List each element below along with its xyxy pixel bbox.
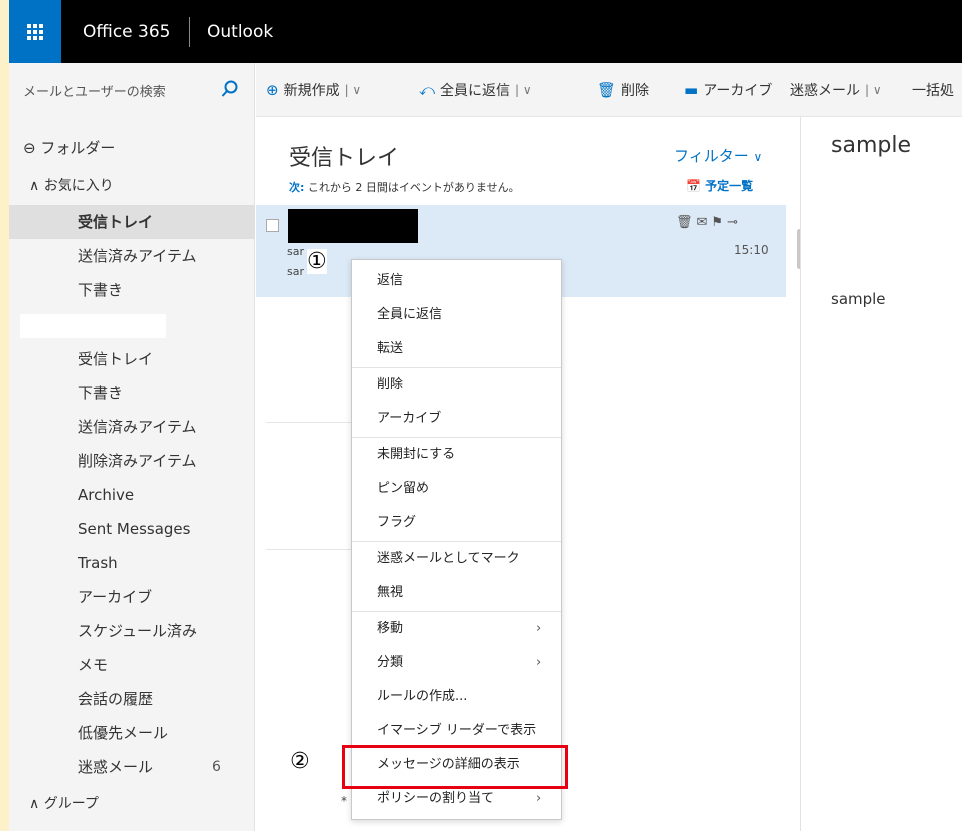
folder-notes[interactable]: メモ: [9, 648, 255, 682]
search-icon[interactable]: [221, 80, 239, 98]
trash-icon[interactable]: 🗑: [676, 215, 697, 230]
mark-read-icon[interactable]: ✉: [697, 215, 712, 230]
menu-categorize[interactable]: 分類 ›: [352, 646, 561, 680]
annotation-marker-2: ②: [290, 749, 310, 774]
trash-icon: 🗑: [597, 81, 617, 99]
reply-all-icon: ⤺: [419, 81, 436, 99]
plus-circle-icon: ⊕: [266, 81, 279, 99]
folder-pane: ⊖ フォルダー ∧ お気に入り 受信トレイ 送信済みアイテム 下書き 受信トレイ…: [9, 117, 255, 831]
app-title[interactable]: Outlook: [207, 22, 273, 42]
message-subject: sar: [287, 245, 304, 258]
folder-archive[interactable]: アーカイブ: [9, 580, 255, 614]
list-title: 受信トレイ: [289, 146, 400, 171]
folder-clutter[interactable]: 低優先メール: [9, 716, 255, 750]
folder-junk-label: 迷惑メール: [78, 758, 154, 776]
menu-delete[interactable]: 削除: [352, 368, 561, 402]
favorites-drafts[interactable]: 下書き: [9, 273, 255, 307]
menu-forward[interactable]: 転送: [352, 332, 561, 366]
junk-button[interactable]: 迷惑メール | ∨: [790, 80, 882, 100]
folder-scheduled[interactable]: スケジュール済み: [9, 614, 255, 648]
folder-junk[interactable]: 迷惑メール 6: [9, 750, 255, 784]
chevron-up-icon: ∧: [29, 178, 40, 194]
highlight-box: [342, 745, 568, 789]
folder-sent-messages[interactable]: Sent Messages: [9, 512, 255, 546]
reply-all-button[interactable]: ⤺ 全員に返信 | ∨: [419, 80, 532, 100]
folder-inbox[interactable]: 受信トレイ: [9, 342, 255, 376]
new-message-button[interactable]: ⊕ 新規作成 | ∨: [266, 80, 361, 100]
folder-deleted[interactable]: 削除済みアイテム: [9, 444, 255, 478]
agenda-link[interactable]: 📅 予定一覧: [686, 177, 753, 194]
command-toolbar: ⊕ 新規作成 | ∨ ⤺ 全員に返信 | ∨ 🗑 削除 ▬ アーカイブ 迷惑メー…: [256, 63, 962, 117]
junk-label: 迷惑メール: [790, 83, 860, 99]
menu-archive[interactable]: アーカイブ: [352, 402, 561, 436]
menu-move[interactable]: 移動 ›: [352, 612, 561, 646]
brand-link[interactable]: Office 365: [83, 22, 170, 42]
message-preview: sar: [287, 265, 304, 278]
groups-header[interactable]: ∧ グループ: [29, 793, 99, 813]
upcoming-events-text: 次: これから 2 日間はイベントがありません。: [289, 181, 520, 194]
chevron-down-icon[interactable]: | ∨: [515, 83, 532, 97]
folder-drafts[interactable]: 下書き: [9, 376, 255, 410]
menu-reply-all[interactable]: 全員に返信: [352, 298, 561, 332]
folder-sent[interactable]: 送信済みアイテム: [9, 410, 255, 444]
message-time: 15:10: [734, 243, 769, 257]
folder-conversation-history[interactable]: 会話の履歴: [9, 682, 255, 716]
favorites-header[interactable]: ∧ お気に入り: [29, 175, 114, 195]
calendar-icon: 📅: [686, 179, 701, 193]
menu-flag[interactable]: フラグ: [352, 506, 561, 540]
menu-immersive-reader[interactable]: イマーシブ リーダーで表示: [352, 714, 561, 748]
outlook-window: Office 365 Outlook メールとユーザーの検索 ⊕ 新規作成 | …: [9, 0, 962, 831]
delete-button[interactable]: 🗑 削除: [597, 80, 649, 100]
archive-button[interactable]: ▬ アーカイブ: [684, 80, 772, 100]
reading-pane: sample sample: [801, 117, 962, 831]
top-bar: Office 365 Outlook: [9, 0, 962, 63]
app-launcher-button[interactable]: [9, 0, 61, 63]
context-menu: 返信 全員に返信 転送 削除 アーカイブ 未開封にする ピン留め フラグ 迷惑メ…: [351, 259, 562, 820]
sweep-button[interactable]: 一括処: [912, 80, 954, 100]
annotation-marker-1: ①: [307, 249, 327, 274]
flag-icon[interactable]: ⚑: [711, 215, 727, 230]
message-subject-heading: sample: [831, 133, 911, 158]
menu-ignore[interactable]: 無視: [352, 576, 561, 610]
chevron-up-icon: ∧: [29, 796, 40, 812]
favorites-sent[interactable]: 送信済みアイテム: [9, 239, 255, 273]
back-circle-icon: ⊖: [23, 139, 36, 157]
archive-label: アーカイブ: [703, 83, 773, 99]
chevron-down-icon: ∨: [753, 150, 763, 164]
pin-icon[interactable]: ⊸: [727, 215, 742, 230]
menu-mark-junk[interactable]: 迷惑メールとしてマーク: [352, 542, 561, 576]
menu-mark-unread[interactable]: 未開封にする: [352, 438, 561, 472]
select-checkbox[interactable]: [266, 219, 279, 232]
search-input[interactable]: メールとユーザーの検索: [23, 81, 166, 100]
archive-icon: ▬: [684, 81, 699, 99]
sender-redacted: [288, 209, 418, 243]
unread-count: 6: [212, 759, 221, 775]
delete-label: 削除: [621, 83, 650, 99]
message-body: sample: [831, 290, 886, 308]
topbar-divider: [189, 17, 190, 47]
menu-pin[interactable]: ピン留め: [352, 472, 561, 506]
sweep-label: 一括処: [912, 83, 954, 99]
search-box[interactable]: メールとユーザーの検索: [9, 63, 255, 117]
filter-button[interactable]: フィルター ∨: [674, 145, 762, 166]
reply-all-label: 全員に返信: [440, 83, 511, 99]
folder-trash[interactable]: Trash: [9, 546, 255, 580]
favorites-inbox[interactable]: 受信トレイ: [9, 205, 255, 239]
folder-archive-en[interactable]: Archive: [9, 478, 255, 512]
chevron-down-icon[interactable]: | ∨: [345, 83, 362, 97]
chevron-right-icon: ›: [536, 655, 542, 670]
account-name-redacted: [20, 314, 166, 338]
menu-reply[interactable]: 返信: [352, 264, 561, 298]
menu-create-rule[interactable]: ルールの作成...: [352, 680, 561, 714]
chevron-right-icon: ›: [536, 621, 542, 636]
waffle-icon: [27, 23, 43, 40]
folders-header[interactable]: ⊖ フォルダー: [23, 137, 115, 158]
message-quick-actions[interactable]: 🗑✉⚑⊸: [676, 215, 742, 230]
chevron-down-icon[interactable]: | ∨: [865, 83, 882, 97]
new-label: 新規作成: [283, 83, 340, 99]
